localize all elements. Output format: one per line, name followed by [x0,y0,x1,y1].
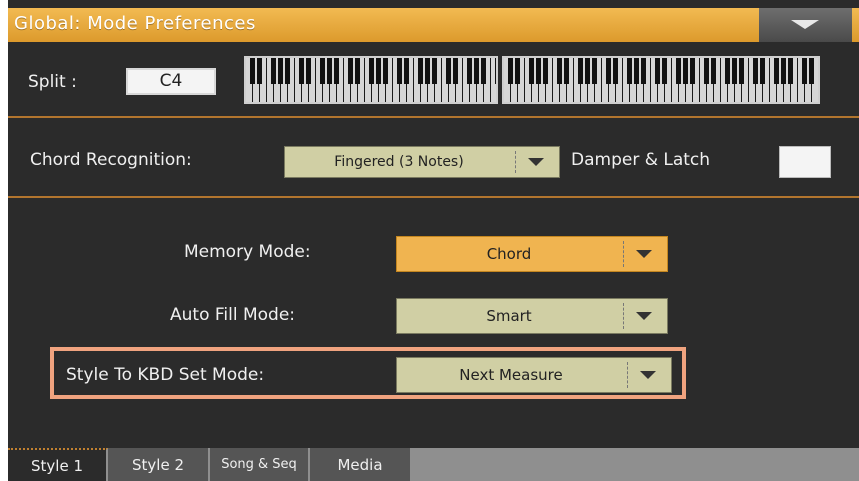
combo-separator [515,151,516,173]
chord-recognition-label: Chord Recognition: [30,150,192,170]
chevron-down-icon [640,371,656,379]
chord-recognition-value: Fingered (3 Notes) [334,154,464,170]
tab-label: Song & Seq [221,457,297,472]
style-to-kbd-set-mode-label: Style To KBD Set Mode: [66,365,265,385]
auto-fill-mode-dropdown[interactable]: Smart [396,298,668,334]
tab-song-seq[interactable]: Song & Seq [210,448,310,481]
split-point-field[interactable]: C4 [126,68,216,95]
memory-mode-label: Memory Mode: [184,242,311,262]
tab-style-1[interactable]: Style 1 [8,448,108,481]
auto-fill-mode-label: Auto Fill Mode: [170,305,296,325]
style-to-kbd-set-mode-value: Next Measure [459,366,563,384]
section-divider [8,116,859,118]
chevron-down-icon [528,158,544,166]
combo-separator [623,241,624,267]
tab-label: Style 2 [132,455,184,474]
chord-recognition-dropdown[interactable]: Fingered (3 Notes) [284,146,560,178]
page-menu-button[interactable] [759,8,852,42]
combo-separator [627,362,628,388]
title-bar: Global: Mode Preferences [8,8,859,42]
tab-style-2[interactable]: Style 2 [108,448,210,481]
damper-latch-label: Damper & Latch [571,150,711,170]
keyboard-upper-half[interactable] [502,56,820,104]
black-keys [246,58,496,85]
split-label: Split : [28,72,77,92]
tab-label: Media [337,455,383,474]
chevron-down-icon [636,312,652,320]
tab-bar: Style 1 Style 2 Song & Seq Media [8,448,859,481]
keyboard-lower-half[interactable] [244,56,498,104]
memory-mode-dropdown[interactable]: Chord [396,236,668,272]
tab-media[interactable]: Media [310,448,412,481]
screen: Global: Mode Preferences Split : C4 Chor… [8,0,859,481]
triangle-down-icon [791,20,819,29]
page-title: Global: Mode Preferences [14,13,256,34]
style-to-kbd-set-mode-dropdown[interactable]: Next Measure [396,357,672,393]
damper-latch-checkbox[interactable] [779,146,831,178]
black-keys [504,58,818,85]
memory-mode-value: Chord [486,245,532,263]
tab-label: Style 1 [31,456,83,475]
section-divider [8,196,859,198]
chevron-down-icon [636,250,652,258]
combo-separator [623,303,624,329]
auto-fill-mode-value: Smart [486,307,532,325]
